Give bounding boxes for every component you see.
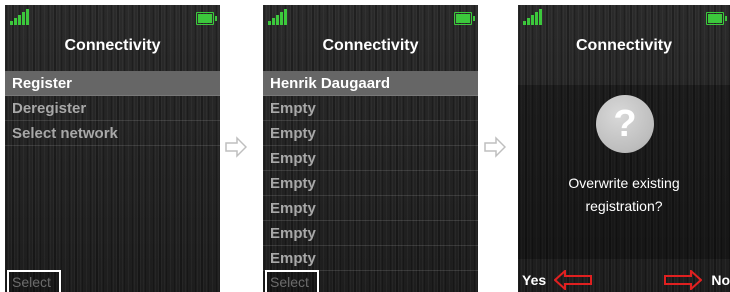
status-bar: [518, 9, 730, 27]
signal-strength-icon: [523, 9, 549, 25]
status-bar: [5, 9, 220, 27]
select-softkey[interactable]: Select: [265, 270, 319, 292]
phone-screen-subscription-list: Connectivity Henrik Daugaard Empty Empty…: [263, 5, 478, 292]
list-item[interactable]: Empty: [263, 246, 478, 271]
dialog-message-line2: registration?: [585, 198, 663, 214]
dialog-message-line1: Overwrite existing: [568, 175, 680, 191]
list-item[interactable]: Empty: [263, 96, 478, 121]
screen-title: Connectivity: [575, 37, 672, 54]
list-item[interactable]: Empty: [263, 146, 478, 171]
list-item[interactable]: Empty: [263, 221, 478, 246]
status-bar: [263, 9, 478, 27]
menu-item-deregister[interactable]: Deregister: [5, 96, 220, 121]
select-softkey[interactable]: Select: [7, 270, 61, 292]
list-item[interactable]: Empty: [263, 196, 478, 221]
no-softkey[interactable]: No: [711, 272, 730, 288]
step-arrow-icon: [225, 136, 247, 158]
dialog-message: Overwrite existing registration?: [528, 172, 720, 218]
phone-screen-overwrite-dialog: Connectivity ? Overwrite existing regist…: [518, 5, 730, 292]
phone-screen-connectivity-menu: Connectivity Register Deregister Select …: [5, 5, 220, 292]
screen-title: Connectivity: [64, 37, 161, 54]
menu-item-register[interactable]: Register: [5, 71, 220, 96]
list-item[interactable]: Empty: [263, 171, 478, 196]
yes-softkey[interactable]: Yes: [522, 272, 546, 288]
list-item[interactable]: Empty: [263, 121, 478, 146]
question-icon: ?: [596, 95, 654, 153]
battery-icon: [454, 12, 475, 25]
battery-icon: [706, 12, 727, 25]
step-arrow-icon: [484, 136, 506, 158]
list-item[interactable]: Henrik Daugaard: [263, 71, 478, 96]
right-red-arrow-icon: [664, 270, 702, 290]
signal-strength-icon: [268, 9, 294, 25]
left-red-arrow-icon: [554, 270, 592, 290]
connectivity-menu: Register Deregister Select network: [5, 71, 220, 146]
screen-title: Connectivity: [322, 37, 419, 54]
battery-icon: [196, 12, 217, 25]
signal-strength-icon: [10, 9, 36, 25]
subscription-list: Henrik Daugaard Empty Empty Empty Empty …: [263, 71, 478, 271]
menu-item-select-network[interactable]: Select network: [5, 121, 220, 146]
